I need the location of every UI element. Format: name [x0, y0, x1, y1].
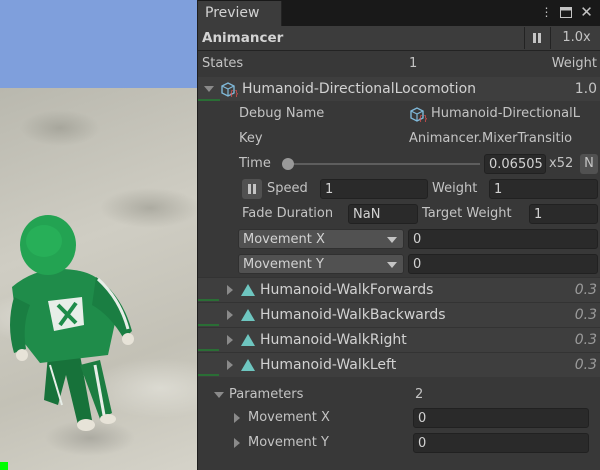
- mixer-state-row[interactable]: {} Humanoid-DirectionalLocomotion 1.0: [198, 77, 600, 101]
- child-state-weight: 0.3: [574, 282, 597, 298]
- param-x-dropdown[interactable]: Movement X: [238, 229, 404, 249]
- speed-button[interactable]: 1.0x: [550, 27, 600, 49]
- state-pause-button[interactable]: [242, 179, 262, 199]
- parameters-label: Parameters: [229, 387, 304, 402]
- param-y-option: Movement Y: [243, 257, 324, 272]
- target-weight-label: Target Weight: [422, 206, 512, 221]
- dropdown-arrow-icon: [387, 237, 397, 243]
- key-label: Key: [239, 131, 263, 146]
- maximize-icon[interactable]: [558, 5, 573, 20]
- pause-button[interactable]: [524, 27, 549, 49]
- tab-bar: Preview ⋮ ✕: [198, 0, 600, 26]
- weight-bar: [198, 354, 219, 376]
- speed-row: Speed 1 Weight 1: [198, 177, 600, 201]
- mixer-asset-icon: {}: [410, 107, 427, 122]
- foldout-open-icon[interactable]: [204, 86, 214, 92]
- param-x-option: Movement X: [243, 232, 325, 247]
- parameter-name: Movement Y: [248, 435, 329, 450]
- mixer-state-name: Humanoid-DirectionalLocomotion: [242, 81, 477, 97]
- states-count: 1: [409, 56, 418, 71]
- child-state-weight: 0.3: [574, 307, 597, 323]
- parameter-name: Movement X: [248, 410, 330, 425]
- child-state-name: Humanoid-WalkLeft: [260, 357, 397, 373]
- scene-view[interactable]: [0, 0, 197, 470]
- normalized-toggle[interactable]: N: [580, 154, 598, 174]
- child-state-row[interactable]: Humanoid-WalkLeft 0.3: [198, 352, 600, 377]
- time-multiplier: x52: [549, 156, 574, 171]
- debug-name-row: Debug Name {} Humanoid-DirectionalL: [198, 102, 600, 126]
- parameter-value-field[interactable]: 0: [413, 408, 589, 428]
- foldout-open-icon[interactable]: [214, 392, 224, 398]
- time-row: Time 0.06505 x52 N: [198, 152, 600, 176]
- more-options-icon[interactable]: ⋮: [539, 5, 554, 20]
- mixer-state-weight: 1.0: [574, 81, 597, 97]
- key-value: Animancer.MixerTransitio: [409, 131, 573, 146]
- window-title: Animancer: [202, 30, 284, 46]
- speed-label: Speed: [267, 181, 308, 196]
- foldout-closed-icon[interactable]: [227, 335, 233, 345]
- animation-clip-icon: [241, 359, 255, 371]
- param-x-row: Movement X 0: [198, 227, 600, 251]
- green-corner-marker: [0, 462, 8, 470]
- parameter-row: Movement Y 0: [198, 431, 600, 455]
- foldout-closed-icon[interactable]: [227, 285, 233, 295]
- preview-panel: Preview ⋮ ✕ Animancer 1.0x States 1 Weig…: [197, 0, 600, 470]
- debug-name-value[interactable]: Humanoid-DirectionalL: [431, 102, 599, 126]
- animation-clip-icon: [241, 309, 255, 321]
- weight-bar: [198, 329, 219, 351]
- child-state-weight: 0.3: [574, 332, 597, 348]
- humanoid-character: [10, 215, 134, 431]
- param-y-row: Movement Y 0: [198, 252, 600, 276]
- time-slider-thumb[interactable]: [281, 158, 294, 170]
- tab-preview[interactable]: Preview: [198, 1, 282, 26]
- dropdown-arrow-icon: [387, 262, 397, 268]
- child-state-row[interactable]: Humanoid-WalkBackwards 0.3: [198, 302, 600, 327]
- animation-clip-icon: [241, 334, 255, 346]
- mixer-icon: {}: [221, 82, 238, 97]
- key-row: Key Animancer.MixerTransitio: [198, 127, 600, 151]
- child-state-weight: 0.3: [574, 357, 597, 373]
- fade-row: Fade Duration NaN Target Weight 1: [198, 202, 600, 226]
- states-label: States: [202, 56, 244, 71]
- toolbar: Animancer 1.0x: [198, 26, 600, 51]
- child-state-name: Humanoid-WalkRight: [260, 332, 407, 348]
- param-y-field[interactable]: 0: [408, 254, 598, 274]
- time-label: Time: [239, 156, 271, 171]
- weight-label: Weight: [432, 181, 478, 196]
- speed-field[interactable]: 1: [320, 179, 428, 199]
- param-x-field[interactable]: 0: [408, 229, 598, 249]
- child-state-row[interactable]: Humanoid-WalkForwards 0.3: [198, 277, 600, 302]
- weight-field[interactable]: 1: [489, 179, 598, 199]
- weight-bar: [198, 279, 219, 301]
- fade-duration-label: Fade Duration: [242, 206, 334, 221]
- fade-duration-field[interactable]: NaN: [348, 204, 418, 224]
- svg-text:{}: {}: [229, 89, 238, 97]
- parameters-header[interactable]: Parameters 2: [198, 383, 600, 407]
- weight-bar: [198, 304, 219, 326]
- foldout-closed-icon[interactable]: [227, 310, 233, 320]
- close-icon[interactable]: ✕: [579, 5, 594, 20]
- parameter-value-field[interactable]: 0: [413, 433, 589, 453]
- animation-clip-icon: [241, 284, 255, 296]
- parameter-row: Movement X 0: [198, 406, 600, 430]
- sky: [0, 0, 197, 88]
- time-slider-track[interactable]: [284, 163, 480, 165]
- states-header: States 1 Weight: [198, 52, 600, 76]
- time-field[interactable]: 0.06505: [484, 154, 546, 174]
- child-state-name: Humanoid-WalkForwards: [260, 282, 434, 298]
- parameters-count: 2: [415, 387, 424, 402]
- foldout-closed-icon[interactable]: [227, 360, 233, 370]
- child-state-name: Humanoid-WalkBackwards: [260, 307, 446, 323]
- child-state-row[interactable]: Humanoid-WalkRight 0.3: [198, 327, 600, 352]
- svg-text:{}: {}: [418, 114, 427, 122]
- target-weight-field[interactable]: 1: [529, 204, 598, 224]
- debug-name-label: Debug Name: [239, 106, 325, 121]
- foldout-closed-icon[interactable]: [234, 438, 240, 448]
- foldout-closed-icon[interactable]: [234, 413, 240, 423]
- param-y-dropdown[interactable]: Movement Y: [238, 254, 404, 274]
- weight-header-label: Weight: [551, 56, 597, 71]
